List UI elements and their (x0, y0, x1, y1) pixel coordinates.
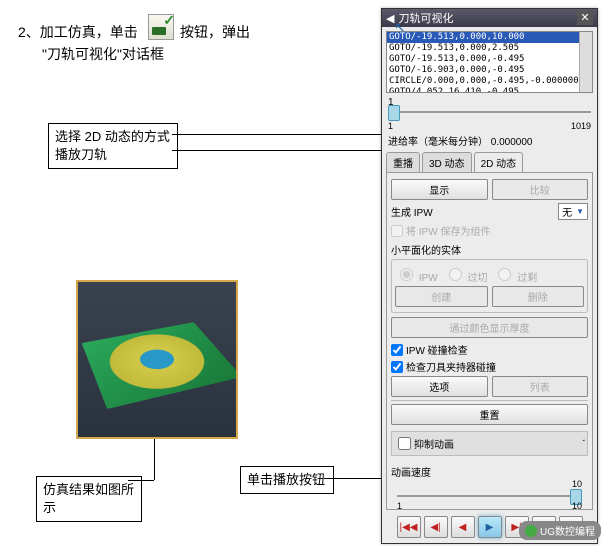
chk-suppress[interactable] (398, 437, 411, 450)
step-back-button[interactable]: ◀ (451, 516, 475, 538)
toolpath-visualization-dialog: ◀ 刀轨可视化 ✕ GOTO/-19.513,0.000,10.000 GOTO… (381, 8, 598, 544)
ipw-label: 生成 IPW (391, 204, 558, 219)
toolbar-visualize-icon[interactable] (148, 14, 174, 40)
feedrate-label: 进给率（毫米每分钟） (388, 137, 488, 148)
dialog-title: 刀轨可视化 (398, 10, 453, 26)
facet-label: 小平面化的实体 (391, 242, 588, 257)
chk-tool-holder[interactable] (391, 361, 403, 373)
frame-slider[interactable]: 1 1 1019 (388, 97, 591, 123)
reset-button[interactable]: 重置 (391, 404, 588, 425)
options-button[interactable]: 选项 (391, 376, 488, 397)
create-button: 创建 (395, 286, 488, 307)
list-item[interactable]: CIRCLE/0.000,0.000,-0.495,-0.000000,0.00… (387, 76, 592, 87)
gcode-listbox[interactable]: GOTO/-19.513,0.000,10.000 GOTO/-19.513,0… (386, 31, 593, 93)
chevron-down-icon: ▼ (576, 207, 584, 216)
list-item[interactable]: GOTO/-19.513,0.000,2.505 (387, 43, 592, 54)
list-item[interactable]: GOTO/4.052,16.410,-0.495 (387, 87, 592, 93)
doc-text-1a: 2、加工仿真，单击 (18, 24, 138, 40)
list-button: 列表 (492, 376, 589, 397)
tab-replay[interactable]: 重播 (386, 152, 420, 172)
ipw-select[interactable]: 无▼ (558, 203, 588, 220)
list-item[interactable]: GOTO/-16.903,0.000,-0.495 (387, 65, 592, 76)
play-button[interactable]: ▶↖ (478, 516, 502, 538)
simulation-preview (76, 280, 238, 439)
chk-ipw-collision[interactable] (391, 344, 403, 356)
first-frame-button[interactable]: |◀◀ (397, 516, 421, 538)
anim-speed-label: 动画速度 (391, 464, 588, 479)
thickness-button: 通过颜色显示厚度 (391, 317, 588, 338)
watermark: UG数控编程 (519, 521, 601, 540)
speed-slider[interactable]: 10 1 10 (397, 481, 582, 503)
arrow-to-slider (172, 150, 382, 151)
callout-2d-dynamic: 选择 2D 动态的方式播放刀轨 (48, 123, 178, 169)
chevron-up-icon: ˇ (582, 439, 585, 448)
callout-play: 单击播放按钮 (240, 466, 334, 494)
compare-button: 比较 (492, 179, 589, 200)
tab-panel: 显示 比较 生成 IPW 无▼ 将 IPW 保存为组件 小平面化的实体 IPW … (386, 172, 593, 510)
arrow-to-preview (154, 436, 155, 480)
suppress-anim-row[interactable]: 抑制动画 ˇ (391, 431, 588, 456)
radio-ipw (400, 268, 413, 281)
doc-text-2: "刀轨可视化"对话框 (42, 44, 164, 64)
radio-overcut (449, 268, 462, 281)
delete-button: 删除 (492, 286, 585, 307)
doc-text-1b: 按钮，弹出 (180, 24, 250, 40)
display-button[interactable]: 显示 (391, 179, 488, 200)
dialog-titlebar: ◀ 刀轨可视化 ✕ (382, 9, 597, 27)
tab-3d[interactable]: 3D 动态 (422, 152, 472, 172)
list-item[interactable]: GOTO/-19.513,0.000,-0.495 (387, 54, 592, 65)
feedrate-value: 0.000000 (491, 137, 533, 148)
chk-save-ipw (391, 225, 403, 237)
close-icon[interactable]: ✕ (577, 11, 593, 25)
callout-result: 仿真结果如图所示 (36, 476, 142, 522)
radio-excess (498, 268, 511, 281)
prev-chunk-button[interactable]: ◀| (424, 516, 448, 538)
list-item[interactable]: GOTO/-19.513,0.000,10.000 (387, 32, 592, 43)
tab-2d[interactable]: 2D 动态 (474, 152, 524, 172)
scrollbar[interactable] (579, 32, 592, 92)
